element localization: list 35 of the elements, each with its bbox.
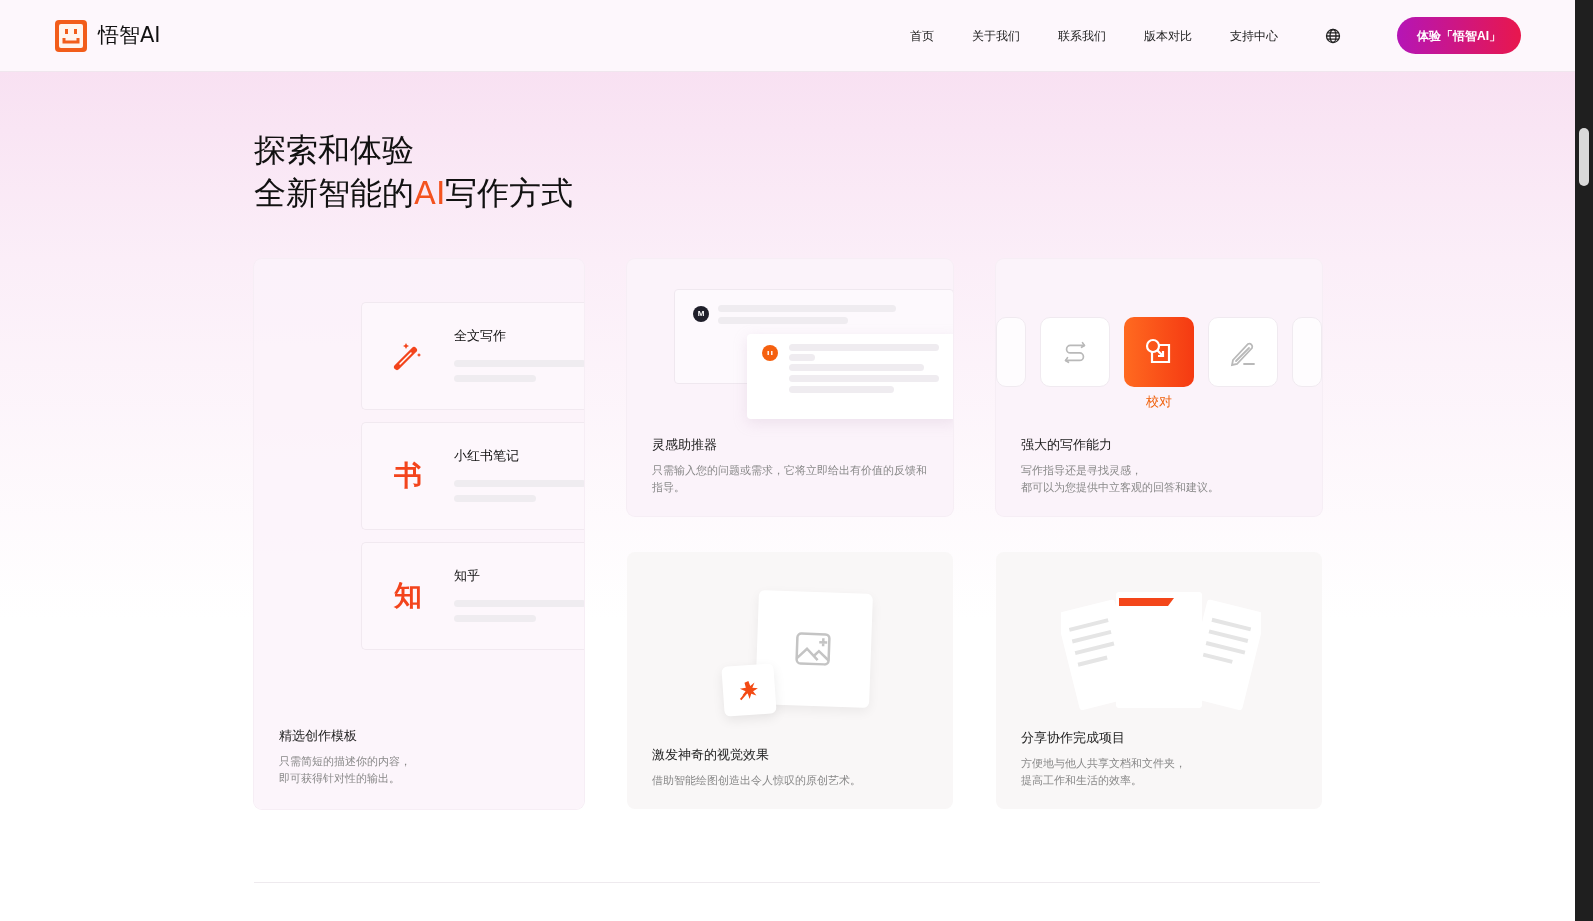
template-item[interactable]: 全文写作 xyxy=(361,302,584,410)
card-title: 精选创作模板 xyxy=(279,726,358,745)
robot-avatar-icon xyxy=(762,345,778,361)
scrollbar[interactable] xyxy=(1575,0,1593,921)
card-description: 写作指导还是寻找灵感， 都可以为您提供中立客观的回答和建议。 xyxy=(1021,463,1220,495)
nav-link[interactable]: 关于我们 xyxy=(967,26,1025,45)
brand-icon: 知 xyxy=(392,575,424,617)
card-title: 强大的写作能力 xyxy=(1021,435,1113,454)
brand-icon: 书 xyxy=(392,455,424,497)
template-title: 全文写作 xyxy=(454,328,507,345)
template-item[interactable]: 知 知乎 xyxy=(361,542,584,650)
card-description: 只需输入您的问题或需求，它将立即给出有价值的反馈和指导。 xyxy=(652,463,928,495)
card-description: 借助智能绘图创造出令人惊叹的原创艺术。 xyxy=(652,773,862,788)
nav-link[interactable]: 版本对比 xyxy=(1139,26,1197,45)
template-title: 知乎 xyxy=(454,568,481,585)
template-title: 小红书笔记 xyxy=(454,448,520,465)
headline: 探索和体验 全新智能的AI写作方式 xyxy=(254,130,575,214)
card-description: 只需简短的描述你的内容， 即可获得针对性的输出。 xyxy=(279,754,412,786)
cta-button[interactable]: 体验「悟智AI」 xyxy=(1397,17,1521,54)
card-description: 方便地与他人共享文档和文件夹， 提高工作和生活的效率。 xyxy=(1021,756,1187,788)
tool-tile[interactable] xyxy=(1208,317,1278,387)
logo-icon[interactable] xyxy=(54,18,88,53)
tool-label: 校对 xyxy=(1146,394,1172,411)
card-title: 分享协作完成项目 xyxy=(1021,728,1126,747)
tool-tile[interactable] xyxy=(1040,317,1110,387)
avatar: M xyxy=(693,306,709,322)
nav-link[interactable]: 支持中心 xyxy=(1225,26,1283,45)
card-title: 灵感助推器 xyxy=(652,435,718,454)
globe-icon[interactable] xyxy=(1325,27,1341,44)
card-title: 激发神奇的视觉效果 xyxy=(652,745,770,764)
template-item[interactable]: 书 小红书笔记 xyxy=(361,422,584,530)
tool-tile[interactable] xyxy=(1124,317,1194,387)
logo-text: 悟智AI xyxy=(98,21,161,49)
nav-link[interactable]: 联系我们 xyxy=(1053,26,1111,45)
nav-link[interactable]: 首页 xyxy=(905,26,939,45)
